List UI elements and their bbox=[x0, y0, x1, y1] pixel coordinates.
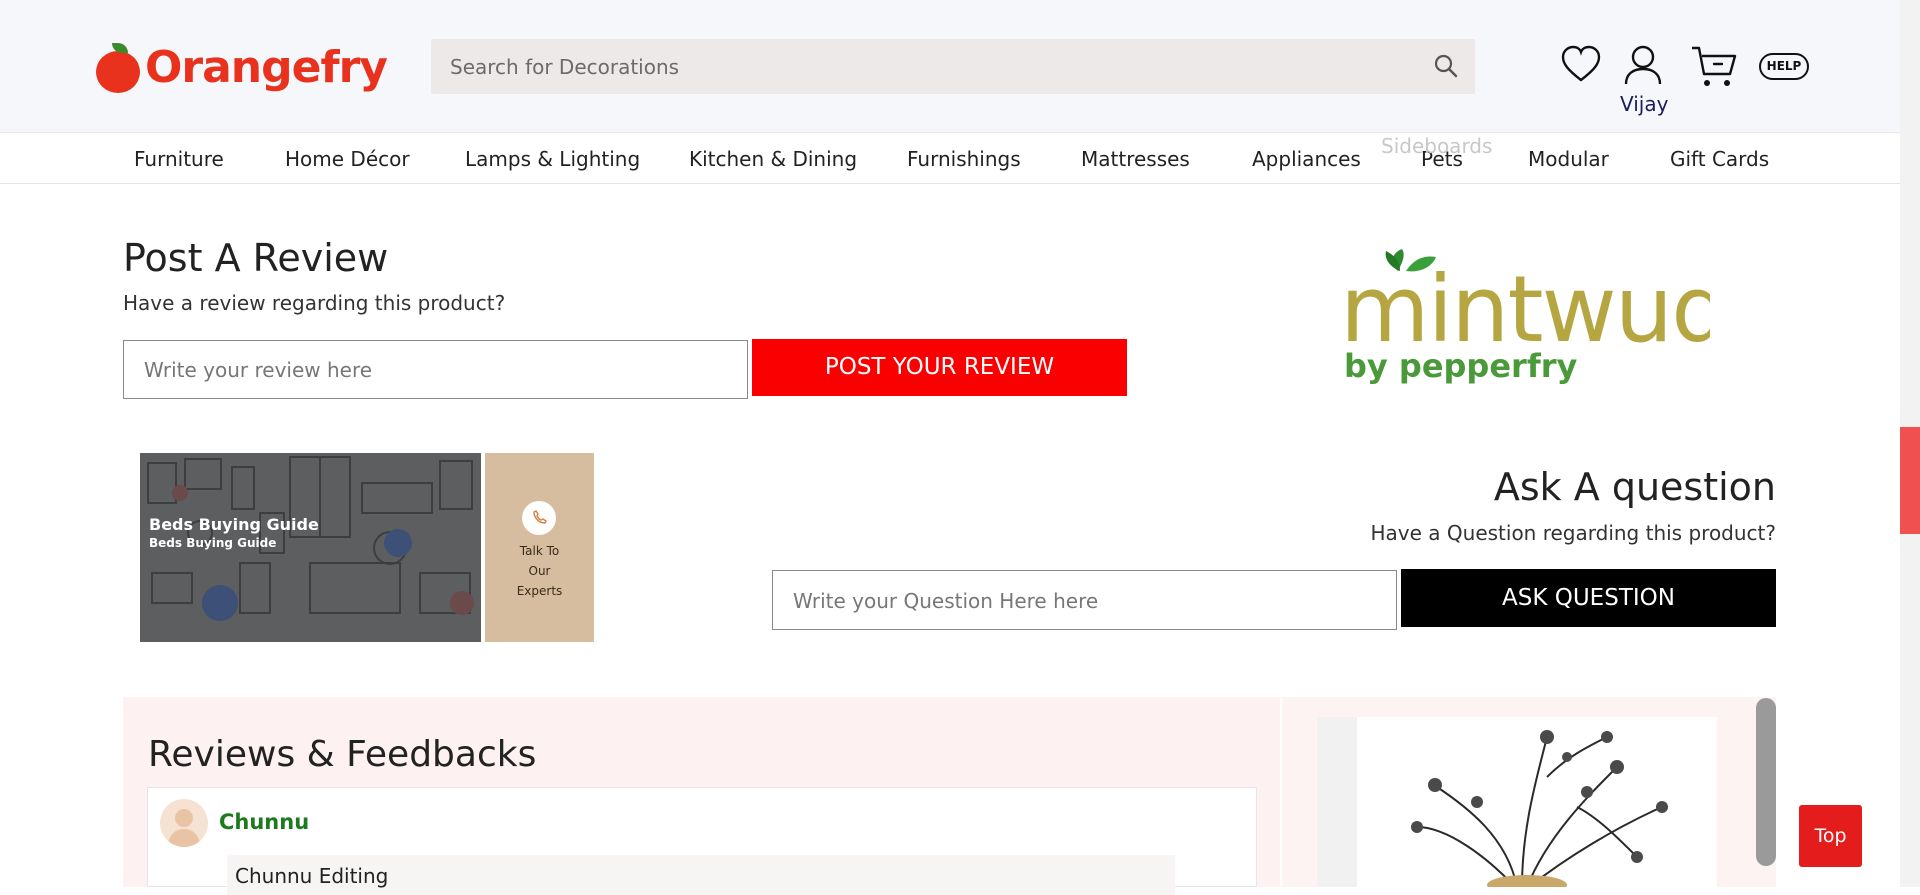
heart-icon[interactable] bbox=[1560, 44, 1602, 84]
site-header: Orangefry Search for Decorations Vijay H… bbox=[0, 0, 1900, 132]
brand-tagline: by pepperfry bbox=[1344, 347, 1578, 385]
question-input-placeholder: Write your Question Here here bbox=[793, 589, 1099, 613]
nav-item-appliances[interactable]: Appliances bbox=[1252, 147, 1361, 171]
dried-flower-vase-image bbox=[1317, 717, 1668, 887]
expert-text-line: Our bbox=[528, 564, 551, 578]
reviewer-avatar bbox=[160, 799, 208, 847]
nav-item-gift-cards[interactable]: Gift Cards bbox=[1670, 147, 1769, 171]
nav-dropdown-ghost-item: Sideboards bbox=[1381, 134, 1493, 158]
review-body: Chunnu Editing bbox=[227, 855, 1175, 895]
user-icon[interactable] bbox=[1622, 44, 1664, 86]
ask-question-button[interactable]: ASK QUESTION bbox=[1401, 569, 1776, 627]
logo[interactable]: Orangefry bbox=[94, 42, 388, 93]
post-review-title: Post A Review bbox=[123, 236, 389, 280]
search-bar[interactable]: Search for Decorations bbox=[431, 39, 1475, 94]
nav-item-furnishings[interactable]: Furnishings bbox=[907, 147, 1021, 171]
nav-item-mattresses[interactable]: Mattresses bbox=[1081, 147, 1190, 171]
expert-text-line: Experts bbox=[516, 584, 563, 598]
product-image[interactable] bbox=[1317, 717, 1717, 887]
orange-logo-icon bbox=[94, 42, 142, 93]
nav-item-furniture[interactable]: Furniture bbox=[134, 147, 224, 171]
nav-item-kitchen-dining[interactable]: Kitchen & Dining bbox=[689, 147, 857, 171]
help-button[interactable]: HELP bbox=[1759, 53, 1809, 80]
scroll-to-top-button[interactable]: Top bbox=[1799, 805, 1862, 867]
user-name[interactable]: Vijay bbox=[1620, 92, 1668, 116]
ask-question-subtitle: Have a Question regarding this product? bbox=[1370, 521, 1777, 545]
guide-title: Beds Buying Guide bbox=[149, 515, 319, 534]
expert-text: Talk To Our Experts bbox=[485, 541, 594, 601]
category-nav: Furniture Home Décor Lamps & Lighting Ki… bbox=[0, 132, 1900, 184]
page-scrollbar-thumb[interactable] bbox=[1900, 427, 1920, 534]
ask-question-title: Ask A question bbox=[1493, 465, 1776, 509]
review-input-placeholder: Write your review here bbox=[144, 358, 373, 382]
nav-item-lamps-lighting[interactable]: Lamps & Lighting bbox=[465, 147, 640, 171]
reviewer-name[interactable]: Chunnu bbox=[219, 810, 309, 834]
talk-to-experts-card[interactable]: Talk To Our Experts bbox=[485, 453, 594, 642]
side-panel-scrollbar[interactable] bbox=[1756, 698, 1776, 866]
beds-buying-guide-card[interactable]: Beds Buying Guide Beds Buying Guide bbox=[140, 453, 481, 642]
post-review-button[interactable]: POST YOUR REVIEW bbox=[752, 339, 1127, 396]
post-review-subtitle: Have a review regarding this product? bbox=[123, 291, 506, 315]
search-icon[interactable] bbox=[1433, 53, 1459, 79]
logo-text: Orangefry bbox=[145, 42, 388, 93]
nav-item-home-decor[interactable]: Home Décor bbox=[285, 147, 410, 171]
cart-icon[interactable] bbox=[1690, 44, 1738, 90]
reviews-title: Reviews & Feedbacks bbox=[148, 734, 537, 775]
mintwud-brand-logo[interactable]: mintwud by pepperfry bbox=[1340, 245, 1710, 385]
review-text: Chunnu Editing bbox=[235, 864, 389, 888]
nav-item-modular[interactable]: Modular bbox=[1528, 147, 1609, 171]
review-input[interactable]: Write your review here bbox=[123, 340, 748, 399]
search-input[interactable]: Search for Decorations bbox=[450, 55, 679, 79]
question-input[interactable]: Write your Question Here here bbox=[772, 570, 1397, 630]
expert-text-line: Talk To bbox=[519, 544, 560, 558]
phone-icon bbox=[522, 501, 556, 535]
guide-subtitle: Beds Buying Guide bbox=[149, 536, 277, 550]
